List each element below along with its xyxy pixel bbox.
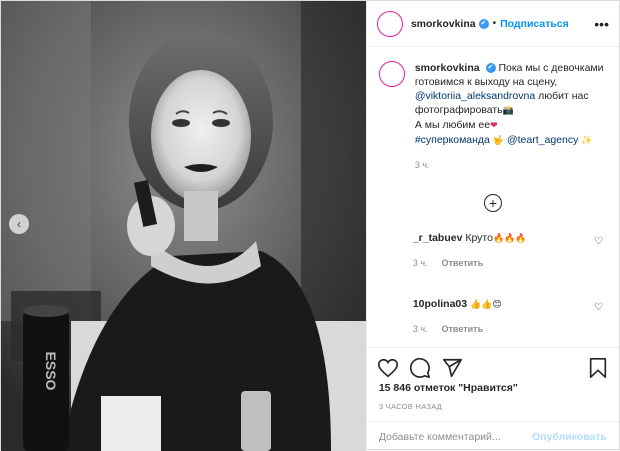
header-separator: •	[492, 18, 497, 29]
verified-icon: ✔	[478, 18, 489, 29]
heart-emoji: ❤	[490, 121, 498, 131]
add-comment-bar: Опубликовать	[366, 421, 619, 451]
carousel-prev-button[interactable]: ‹	[9, 214, 29, 234]
plus-circle-icon[interactable]: +	[483, 194, 502, 212]
heart-icon[interactable]	[377, 357, 399, 379]
post-sidebar: smorkovkina ✔ • Подписаться ••• smorkovk…	[365, 1, 619, 451]
comment-time: 3 ч.	[412, 324, 428, 334]
share-icon[interactable]	[441, 357, 463, 379]
caption-text: smorkovkina ✔ Пока мы с девочками готови…	[415, 61, 605, 172]
post-caption: smorkovkina ✔ Пока мы с девочками готови…	[378, 61, 607, 172]
action-bar	[367, 348, 619, 380]
comment-like-icon[interactable]: ♡	[594, 236, 603, 247]
bookmark-icon[interactable]	[587, 357, 609, 379]
author-username[interactable]: smorkovkina	[411, 18, 476, 30]
comments-section: smorkovkina ✔ Пока мы с девочками готови…	[367, 47, 619, 347]
load-more-comments[interactable]: +	[379, 194, 607, 212]
commenter-username[interactable]: 10polina03	[413, 298, 467, 310]
post-header: smorkovkina ✔ • Подписаться •••	[366, 1, 619, 47]
post-timestamp: 3 ЧАСОВ НАЗАД	[378, 402, 443, 411]
sparkles-emoji: ✨	[581, 136, 593, 146]
more-icon[interactable]: •••	[594, 16, 609, 32]
photo-image: ESSO	[1, 1, 366, 451]
comment-time: 3 ч.	[412, 258, 428, 268]
camera-emoji: 📸	[502, 106, 514, 116]
follow-button[interactable]: Подписаться	[500, 18, 569, 30]
photo-brand-text: ESSO	[43, 352, 59, 391]
comment-meta: 3 ч. Ответить	[413, 322, 502, 336]
publish-button[interactable]: Опубликовать	[532, 431, 607, 443]
commenter-username[interactable]: _r_tabuev	[413, 232, 463, 244]
comment-text: Круто	[465, 232, 493, 244]
post-footer: 15 846 отметок "Нравится" 3 ЧАСОВ НАЗАД …	[366, 347, 619, 451]
reply-button[interactable]: Ответить	[442, 324, 484, 334]
comment-body: 10polina03 👍👍😊 3 ч. Ответить	[413, 292, 502, 336]
caption-hashtag[interactable]: #суперкоманда	[415, 134, 490, 146]
commenter-avatar[interactable]	[379, 226, 403, 250]
commenter-avatar[interactable]	[379, 292, 403, 316]
comment-body: _r_tabuev Круто🔥🔥🔥 3 ч. Ответить	[413, 226, 527, 270]
reply-button[interactable]: Ответить	[442, 258, 484, 268]
hand-emoji: 🤟	[492, 136, 505, 146]
comment-item: 10polina03 👍👍😊 3 ч. Ответить ♡	[379, 292, 607, 336]
instagram-post: ESSO ‹ smorkovkina ✔ • Подписаться ••• s…	[0, 0, 620, 451]
fire-emoji: 🔥🔥🔥	[492, 234, 527, 244]
thumbs-emoji: 👍👍😊	[470, 300, 502, 310]
caption-mention2[interactable]: @teart_agency	[507, 134, 578, 146]
verified-icon: ✔	[485, 63, 496, 74]
author-avatar[interactable]	[376, 10, 403, 37]
likes-count[interactable]: 15 846 отметок "Нравится"	[367, 380, 619, 394]
caption-username[interactable]: smorkovkina	[415, 62, 480, 74]
caption-mention[interactable]: @viktoriia_aleksandrovna	[415, 90, 535, 102]
comment-meta: 3 ч. Ответить	[413, 256, 527, 270]
caption-line2: А мы любим ее	[414, 119, 491, 131]
comment-item: _r_tabuev Круто🔥🔥🔥 3 ч. Ответить ♡	[379, 226, 607, 270]
caption-time: 3 ч.	[414, 160, 430, 170]
comment-input[interactable]	[378, 430, 533, 443]
caption-avatar[interactable]	[378, 61, 405, 87]
comment-like-icon[interactable]: ♡	[594, 302, 603, 313]
comment-icon[interactable]	[409, 357, 431, 379]
post-photo[interactable]: ESSO ‹	[1, 1, 366, 451]
